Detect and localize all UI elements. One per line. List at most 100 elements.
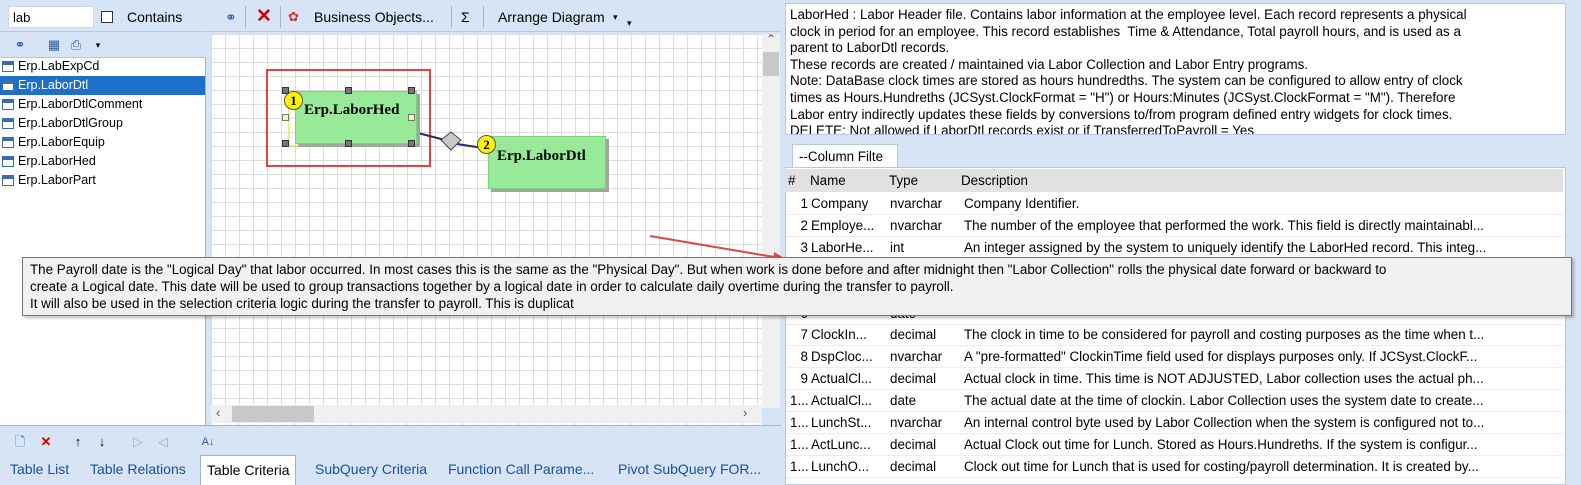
bottom-tab[interactable]: Table Criteria [200,455,297,485]
delete-icon[interactable]: ✕ [38,434,54,450]
table-row[interactable]: 2 Employe... nvarchar The number of the emp… [786,215,1563,237]
cell-num: 9 [800,371,808,387]
cell-name: ClockIn... [811,327,867,343]
sort-az-icon[interactable]: A↓ [200,434,216,450]
grid-icon[interactable]: ▦ [46,37,62,53]
bottom-tab[interactable]: SubQuery Criteria [315,455,427,485]
header-name[interactable]: Name [810,169,846,192]
cell-num: 2 [800,217,808,233]
table-icon [2,156,14,167]
cell-num: 3 [800,239,808,255]
sum-button[interactable]: Σ [461,6,470,28]
table-list-item[interactable]: Erp.LaborDtl [0,76,205,95]
table-description-panel: LaborHed : Labor Header file. Contains l… [785,3,1566,135]
step-back-icon[interactable]: ◁ [155,434,171,450]
scrollbar-thumb[interactable] [763,52,779,76]
cell-description: An internal control byte used by Labor C… [964,415,1485,430]
scroll-right-icon[interactable]: › [743,405,747,420]
table-icon [2,175,14,186]
cell-type: decimal [890,458,937,474]
cell-description: Clock out time for Lunch that is used fo… [964,458,1479,474]
entity-laborhed[interactable]: Erp.LaborHed [295,91,417,144]
scrollbar-thumb[interactable] [232,406,314,422]
entity-labordtl[interactable]: Erp.LaborDtl [488,136,606,189]
description-line: Note: DataBase clock times are stored as… [790,73,1463,89]
table-list-item[interactable]: Erp.LaborDtlGroup [0,114,205,133]
table-list-item[interactable]: Erp.LaborDtlComment [0,95,205,114]
header-num[interactable]: # [788,169,795,192]
table-list-toolbar: ⚭ ▦ ⎙ ▾ [0,32,206,58]
bottom-tab[interactable]: Pivot SubQuery FOR... [618,455,761,485]
cell-name: ActualCl... [811,393,873,409]
table-row[interactable]: 8 DspCloc... nvarchar A "pre-formatted" Clo… [786,346,1563,369]
table-row[interactable]: 7 ClockIn... decimal The clock in time to b… [786,324,1563,347]
entity-name: Erp.LaborHed [304,102,400,118]
table-icon [2,137,14,148]
description-line: These records are created / maintained v… [790,56,1309,72]
table-row[interactable]: 1... LunchO... decimal Clock out time for L… [786,456,1563,478]
table-name: Erp.LabExpCd [18,59,100,73]
column-description-tooltip: The Payroll date is the "Logical Day" th… [22,257,1572,316]
cell-type: nvarchar [890,415,943,430]
header-type[interactable]: Type [889,169,918,192]
table-row[interactable]: 9 ActualCl... decimal Actual clock in time.… [786,368,1563,391]
column-filter-tab[interactable]: --Column Filte [792,144,898,167]
search-bar: Contains [0,0,206,32]
delete-icon[interactable]: ✕ [256,6,272,28]
table-row[interactable]: 1... ActLunc... decimal Actual Clock out ti… [786,434,1563,456]
table-list-item[interactable]: Erp.LaborPart [0,171,205,190]
bottom-tab[interactable]: Function Call Parame... [448,455,594,485]
arrow-down-icon[interactable]: ↓ [94,434,110,450]
arrange-diagram-button[interactable]: Arrange Diagram [498,6,605,28]
entity-name: Erp.LaborDtl [497,148,586,164]
table-row[interactable]: 3 LaborHe... int An integer assigned by the… [786,237,1563,259]
table-icon [2,80,14,91]
cell-name: DspCloc... [811,349,873,365]
cell-description: The actual date at the time of clockin. … [964,393,1484,409]
cell-type: nvarchar [890,349,943,365]
cell-description: Actual clock in time. This time is NOT A… [964,371,1484,387]
business-objects-button[interactable]: Business Objects... [314,6,434,28]
tooltip-line: It will also be used in the selection cr… [30,295,574,311]
tooltip-line: create a Logical date. This date will be… [30,278,954,294]
new-document-icon[interactable]: 🗋 [12,434,28,450]
diagram-vertical-scrollbar[interactable]: ⌃ [762,32,780,408]
business-objects-icon[interactable]: ✿ [288,6,299,28]
link-tool-icon[interactable]: ⚭ [225,6,237,28]
cell-name: Employe... [811,217,875,233]
cell-num: 7 [800,327,808,343]
dropdown-arrow-icon[interactable]: ▾ [90,37,106,53]
cell-type: date [890,393,917,409]
table-search-input[interactable] [8,6,94,28]
header-description[interactable]: Description [961,169,1028,192]
table-list-item[interactable]: Erp.LabExpCd [0,57,205,76]
cell-description: Company Identifier. [964,196,1080,211]
table-name: Erp.LaborPart [18,173,96,187]
contains-label: Contains [127,9,183,25]
link-icon[interactable]: ⚭ [12,37,28,53]
arrow-up-icon[interactable]: ↑ [70,434,86,450]
table-row[interactable]: 1... ActualCl... date The actual date at th… [786,390,1563,413]
grid-header: # Name Type Description [785,169,1563,192]
scroll-left-icon[interactable]: ‹ [216,405,220,420]
table-row[interactable]: 1 Company nvarchar Company Identifier. [786,193,1563,215]
table-list-item[interactable]: Erp.LaborEquip [0,133,205,152]
cell-type: decimal [890,371,937,387]
cell-num: 1... [790,393,808,409]
table-name: Erp.LaborDtlGroup [18,116,123,130]
table-list-item[interactable]: Erp.LaborHed [0,152,205,171]
scroll-up-icon[interactable]: ⌃ [766,32,776,46]
cell-description: Actual Clock out time for Lunch. Stored … [964,436,1478,452]
table-row[interactable]: 1... LunchSt... nvarchar An internal contro… [786,412,1563,434]
cell-description: The number of the employee that performe… [964,217,1485,233]
cell-name: ActualCl... [811,371,873,387]
contains-checkbox[interactable] [101,11,113,23]
play-icon[interactable]: ▷ [130,434,146,450]
bottom-tab[interactable]: Table List [10,455,69,485]
bottom-tab[interactable]: Table Relations [90,455,186,485]
chevron-down-icon[interactable]: ▾ [613,6,618,28]
cell-type: nvarchar [890,196,943,211]
print-icon[interactable]: ⎙ [68,37,84,53]
chevron-down-icon[interactable]: ▾ [627,12,632,34]
cell-type: nvarchar [890,217,943,233]
